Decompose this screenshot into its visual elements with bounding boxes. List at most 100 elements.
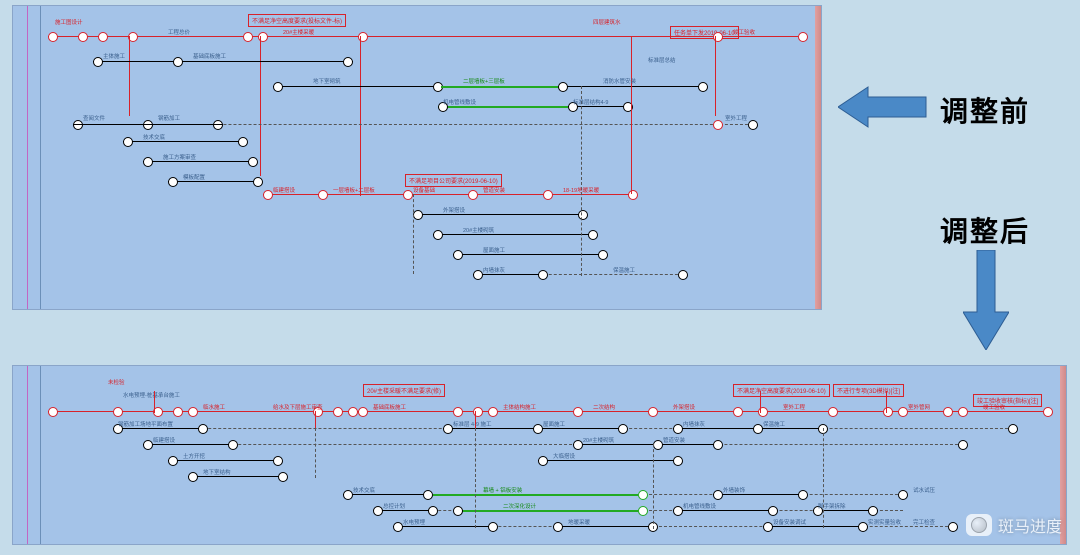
watermark-text: 斑马进度 [998,513,1062,537]
link [360,36,361,196]
label-after: 调整后 [940,210,1030,250]
activity-node [798,32,808,42]
activity-node [473,270,483,280]
activity-node [468,190,478,200]
activity-node [598,250,608,260]
link [573,444,718,445]
link [473,274,543,275]
link [93,61,353,62]
activity-node [433,230,443,240]
activity-node [413,210,423,220]
task-label: 实测实量验收 [868,518,901,526]
task-label: 土方开挖 [183,452,205,460]
link [553,526,653,527]
task-label: 竣工验收 [733,28,755,36]
task-label: 20#主楼砌筑 [463,226,494,234]
activity-node [673,456,683,466]
activity-node [763,522,773,532]
task-label: 屋面施工 [483,246,505,254]
task-label: 内墙抹灰 [483,266,505,274]
task-label: 机电管线敷设 [443,98,476,106]
activity-node [168,177,178,187]
task-label: 总控计划 [383,502,405,510]
activity-node [558,82,568,92]
activity-node [698,82,708,92]
link [393,526,493,527]
link [123,141,243,142]
activity-node [48,32,58,42]
callout-box: 不进行专项(3D模拟)[注] [833,384,904,397]
activity-node [678,270,688,280]
link [413,214,583,215]
activity-node [333,407,343,417]
task-label: 试水试压 [913,486,935,494]
activity-node [538,270,548,280]
activity-node [228,440,238,450]
activity-node [48,407,58,417]
link [433,234,593,235]
critical-path-link [48,36,798,37]
activity-node [673,506,683,516]
activity-node [213,120,223,130]
activity-node [898,490,908,500]
activity-node [188,472,198,482]
chart-left-rail [13,366,41,544]
task-label: 主体施工 [103,52,125,60]
link [129,36,130,116]
activity-node [578,210,588,220]
link [73,124,223,125]
chart-left-rail [13,6,41,309]
link-green [433,494,638,496]
label-before: 调整前 [940,90,1030,130]
task-label: 标准层 4-9 施工 [453,420,492,428]
task-label: 完工检查 [913,518,935,526]
activity-node [1008,424,1018,434]
task-label: 钢筋加工 [158,114,180,122]
task-label: 二次深化设计 [503,502,536,510]
activity-node [618,424,628,434]
task-label: 脚手架拆除 [818,502,846,510]
activity-node [263,190,273,200]
callout-box: 不满足净空高度要求(2019-06-10) [733,384,830,397]
link [188,476,283,477]
task-label: 20#主楼采暖 [283,28,314,36]
task-label: 室外工程 [725,114,747,122]
activity-node [828,407,838,417]
task-label: 主体结构施工 [503,403,536,411]
activity-node [768,506,778,516]
activity-node [733,407,743,417]
activity-node [453,250,463,260]
activity-node [588,230,598,240]
link [631,36,632,194]
task-label: 技术交底 [353,486,375,494]
activity-node [173,57,183,67]
arrow-left-icon [838,85,928,129]
task-label: 钢筋加工场地平面布置 [118,420,173,428]
activity-node [188,407,198,417]
activity-node [73,120,83,130]
activity-node [78,32,88,42]
task-label: 标准层结构4-9 [573,98,608,106]
task-label: 基础底板施工 [373,403,406,411]
link-dashed [413,194,414,274]
activity-node [553,522,563,532]
task-label: 临水施工 [203,403,225,411]
annotation: 工程总价 [168,28,190,36]
annotation: 四层建筑水 [593,18,621,26]
watermark: 斑马进度 [966,513,1062,537]
task-label: 机电管线敷设 [683,502,716,510]
activity-node [533,424,543,434]
activity-node [248,157,258,167]
activity-node [958,407,968,417]
task-label: 大临搭设 [553,452,575,460]
activity-node [243,32,253,42]
link-dashed [143,444,963,445]
activity-node [868,506,878,516]
task-label: 内墙抹灰 [683,420,705,428]
task-label: 临建搭设 [273,186,295,194]
activity-node [318,190,328,200]
activity-node [403,190,413,200]
activity-node [343,490,353,500]
link-dashed [823,428,824,528]
activity-node [273,82,283,92]
